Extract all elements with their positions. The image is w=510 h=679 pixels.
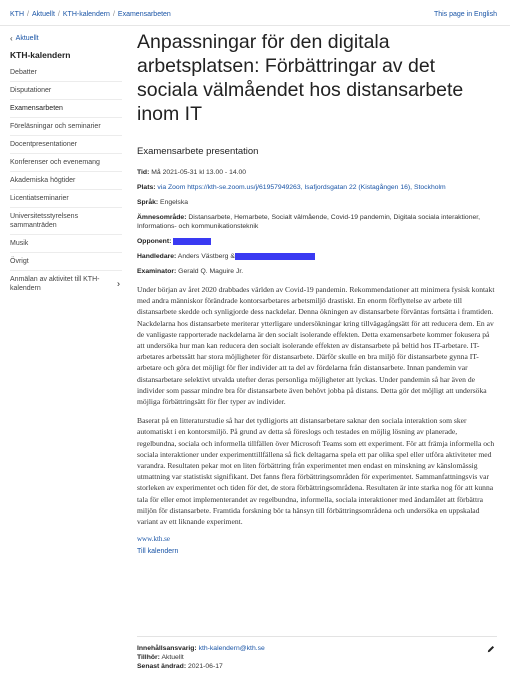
meta-supervisor-value: Anders Västberg & xyxy=(177,253,235,260)
footer-modified-value: 2021-06-17 xyxy=(188,663,223,670)
sidebar-item-konferenser[interactable]: Konferenser och evenemang xyxy=(10,154,122,172)
footer-owner: Innehållsansvarig: kth-kalendern@kth.se xyxy=(137,644,497,653)
back-link[interactable]: ‹ Aktuellt xyxy=(10,32,122,44)
sidebar-item-ovrigt[interactable]: Övrigt xyxy=(10,253,122,271)
sidebar-item-anmalan[interactable]: Anmälan av aktivitet till KTH-kalendern … xyxy=(10,271,122,297)
breadcrumb-kth[interactable]: KTH xyxy=(10,11,24,18)
meta-subject-value: Distansarbete, Hemarbete, Socialt välmåe… xyxy=(137,214,481,230)
chevron-left-icon: ‹ xyxy=(10,33,13,43)
language-link[interactable]: This page in English xyxy=(434,11,497,18)
breadcrumb-separator: / xyxy=(57,11,60,18)
event-type: Examensarbete presentation xyxy=(137,146,259,157)
abstract-paragraph-2: Baserat på en litteraturstudie så har de… xyxy=(137,416,495,527)
main-content: Anpassningar för den digitala arbetsplat… xyxy=(137,30,497,555)
meta-subject-label: Ämnesområde: xyxy=(137,214,187,221)
redaction-mark xyxy=(173,237,212,245)
calendar-link-text[interactable]: Till kalendern xyxy=(137,548,178,555)
meta-examiner-label: Examinator: xyxy=(137,268,177,275)
sidebar-item-examensarbeten[interactable]: Examensarbeten xyxy=(10,100,122,118)
sidebar-title: KTH-kalendern xyxy=(10,50,71,60)
footer-belongs: Tillhör: Aktuellt xyxy=(137,653,497,662)
calendar-link[interactable]: Till kalendern xyxy=(137,548,497,555)
sidebar-item-disputationer[interactable]: Disputationer xyxy=(10,82,122,100)
meta-subject: Ämnesområde: Distansarbete, Hemarbete, S… xyxy=(137,213,497,231)
footer-owner-email[interactable]: kth-kalendern@kth.se xyxy=(199,645,265,652)
sidebar-item-universitetsstyrelsen[interactable]: Universitetsstyrelsens sammanträden xyxy=(10,208,122,235)
sidebar-item-musik[interactable]: Musik xyxy=(10,235,122,253)
sidebar-item-akademiska-hogtider[interactable]: Akademiska högtider xyxy=(10,172,122,190)
meta-place-label: Plats: xyxy=(137,184,156,191)
meta-supervisor: Handledare: Anders Västberg & xyxy=(137,252,497,261)
footer-owner-label: Innehållsansvarig: xyxy=(137,645,197,652)
page-title: Anpassningar för den digitala arbetsplat… xyxy=(137,31,464,125)
sidebar-item-licentiatseminarier[interactable]: Licentiatseminarier xyxy=(10,190,122,208)
breadcrumb-aktuellt[interactable]: Aktuellt xyxy=(32,11,55,18)
breadcrumb: KTH / Aktuellt / KTH-kalendern / Examensarbete… xyxy=(10,11,171,18)
footer-belongs-value: Aktuellt xyxy=(161,654,184,661)
meta-examiner-value: Gerald Q. Maguire Jr. xyxy=(178,268,244,275)
meta-supervisor-label: Handledare: xyxy=(137,253,177,260)
meta-language-value: Engelska xyxy=(160,199,189,206)
meta-opponent-label: Opponent: xyxy=(137,238,172,245)
sidebar: ‹ Aktuellt KTH-kalendern Debatter Disput… xyxy=(10,32,122,297)
page-footer: Innehållsansvarig: kth-kalendern@kth.se … xyxy=(137,636,497,671)
back-link-label: Aktuellt xyxy=(15,34,39,42)
breadcrumb-separator: / xyxy=(112,11,115,18)
pencil-icon[interactable] xyxy=(487,645,495,653)
breadcrumb-kth-kalendern[interactable]: KTH-kalendern xyxy=(63,11,110,18)
meta-place-link[interactable]: via Zoom https://kth-se.zoom.us/j/619579… xyxy=(157,184,445,191)
top-bar: KTH / Aktuellt / KTH-kalendern / Examensarbete… xyxy=(0,0,510,26)
footer-modified: Senast ändrad: 2021-06-17 xyxy=(137,662,497,671)
meta-time-label: Tid: xyxy=(137,169,150,176)
sidebar-item-forelasningar[interactable]: Föreläsningar och seminarier xyxy=(10,118,122,136)
event-meta: Tid: Må 2021-05-31 kl 13.00 - 14.00 Plat… xyxy=(137,168,497,276)
meta-time-value: Må 2021-05-31 kl 13.00 - 14.00 xyxy=(151,169,247,176)
www-link-text[interactable]: www.kth.se xyxy=(137,535,170,543)
chevron-right-icon[interactable]: › xyxy=(117,279,120,289)
meta-language-label: Språk: xyxy=(137,199,159,206)
meta-time: Tid: Må 2021-05-31 kl 13.00 - 14.00 xyxy=(137,168,497,177)
meta-examiner: Examinator: Gerald Q. Maguire Jr. xyxy=(137,267,497,276)
footer-belongs-label: Tillhör: xyxy=(137,654,160,661)
meta-language: Språk: Engelska xyxy=(137,198,497,207)
www-link[interactable]: www.kth.se xyxy=(137,535,497,543)
redaction-mark xyxy=(234,252,315,260)
sidebar-item-debatter[interactable]: Debatter xyxy=(10,64,122,82)
abstract-paragraph-1: Under början av året 2020 drabbades värl… xyxy=(137,285,495,407)
sidebar-item-anmalan-label: Anmälan av aktivitet till KTH-kalendern xyxy=(10,276,100,292)
footer-modified-label: Senast ändrad: xyxy=(137,663,187,670)
meta-opponent: Opponent: xyxy=(137,237,497,246)
abstract: Under början av året 2020 drabbades värl… xyxy=(137,284,497,527)
sidebar-list: Debatter Disputationer Examensarbeten Fö… xyxy=(10,64,122,297)
breadcrumb-separator: / xyxy=(27,11,29,18)
meta-place: Plats: via Zoom https://kth-se.zoom.us/j… xyxy=(137,183,497,192)
breadcrumb-examensarbeten[interactable]: Examensarbeten xyxy=(118,11,171,18)
sidebar-item-docentpresentationer[interactable]: Docentpresentationer xyxy=(10,136,122,154)
